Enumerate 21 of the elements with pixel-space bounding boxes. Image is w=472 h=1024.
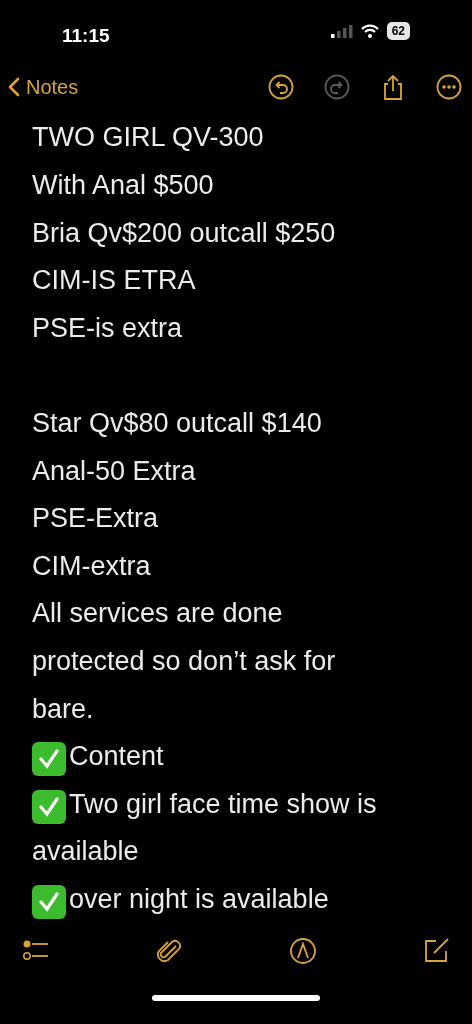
status-time: 11:15 xyxy=(62,24,110,48)
note-line: CIM-IS ETRA xyxy=(32,264,196,298)
note-line: Star Qv$80 outcall $140 xyxy=(32,406,322,440)
wifi-icon xyxy=(360,24,379,38)
note-line: With Anal $500 xyxy=(32,168,214,202)
undo-button[interactable] xyxy=(268,74,294,101)
note-line: PSE-Extra xyxy=(32,502,159,536)
back-button[interactable]: Notes xyxy=(8,72,79,103)
note-line: All services are done protected so don’t ask for bare. xyxy=(32,597,337,726)
signal-icon xyxy=(330,24,353,38)
markup-button[interactable] xyxy=(288,937,317,966)
note-line: PSE-is extra xyxy=(32,311,183,345)
note-line: TWO GIRL QV-300 xyxy=(32,121,264,155)
more-button[interactable] xyxy=(436,74,462,101)
note-line: Content xyxy=(69,741,164,772)
battery-indicator: 62 xyxy=(386,22,410,40)
note-line: over night is available xyxy=(69,883,329,914)
note-line: CIM-extra xyxy=(32,549,151,583)
note-line: Bria Qv$200 outcall $250 xyxy=(32,216,336,250)
note-line: Anal-50 Extra xyxy=(32,454,196,488)
chevron-left-icon xyxy=(8,77,20,98)
